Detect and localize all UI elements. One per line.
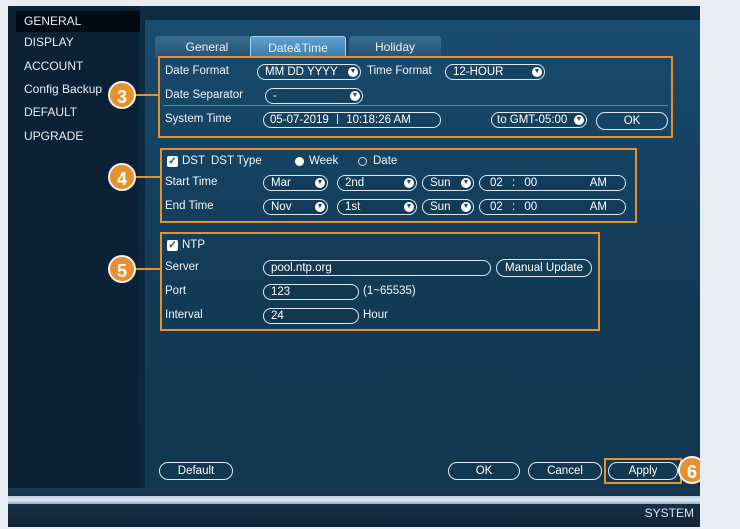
port-input[interactable]: 123: [263, 284, 359, 300]
date-type-label: Date: [373, 155, 398, 167]
date-format-label: Date Format: [165, 65, 229, 77]
system-date-value: 05-07-2019: [270, 114, 329, 126]
time-format-select[interactable]: 12-HOUR ▼: [445, 64, 545, 80]
chevron-down-icon: ▼: [315, 178, 325, 188]
start-month-select[interactable]: Mar ▼: [263, 175, 328, 191]
divider: [163, 105, 668, 106]
system-time-label: System Time: [165, 113, 232, 125]
chevron-down-icon: ▼: [574, 115, 584, 125]
time-format-label: Time Format: [367, 65, 432, 77]
ntp-label: NTP: [182, 239, 205, 251]
dst-type-label: DST Type: [211, 155, 262, 167]
server-input[interactable]: pool.ntp.org: [263, 260, 491, 276]
tab-date-time[interactable]: Date&Time: [250, 36, 346, 58]
cancel-button[interactable]: Cancel: [528, 462, 602, 480]
start-time-label: Start Time: [165, 176, 218, 188]
callout-badge-6: 6: [678, 456, 700, 484]
ntp-checkbox[interactable]: ✓: [167, 240, 178, 251]
sidebar-item-general[interactable]: GENERAL: [16, 11, 140, 32]
start-time-field[interactable]: 02 : 00 AM: [479, 175, 626, 191]
week-label: Week: [309, 155, 339, 167]
tab-general[interactable]: General: [155, 36, 259, 58]
callout-3-leader: [134, 94, 158, 96]
system-time-field[interactable]: 05-07-2019 10:18:26 AM: [263, 112, 441, 128]
end-time-label: End Time: [165, 200, 214, 212]
callout-badge-3: 3: [108, 81, 136, 109]
settings-panel: General Date&Time Holiday Date Format MM…: [145, 20, 700, 488]
ok-button[interactable]: OK: [448, 462, 520, 480]
end-time-field[interactable]: 02 : 00 AM: [479, 199, 626, 215]
end-week-select[interactable]: 1st ▼: [337, 199, 417, 215]
chevron-down-icon: ▼: [461, 202, 471, 212]
callout-5-leader: [134, 268, 160, 270]
dst-label: DST: [182, 155, 205, 167]
system-clock-value: 10:18:26 AM: [346, 114, 411, 126]
status-bar-glow: [8, 496, 700, 504]
timezone-select[interactable]: to GMT-05:00 ▼: [491, 112, 587, 128]
dvr-screen: GENERAL DISPLAY ACCOUNT Config Backup DE…: [8, 6, 700, 527]
start-day-select[interactable]: Sun ▼: [422, 175, 474, 191]
end-day-select[interactable]: Sun ▼: [422, 199, 474, 215]
chevron-down-icon: ▼: [404, 202, 414, 212]
chevron-down-icon: ▼: [348, 67, 358, 77]
chevron-down-icon: ▼: [532, 67, 542, 77]
apply-button[interactable]: Apply: [608, 462, 678, 480]
date-separator-select[interactable]: - ▼: [265, 88, 363, 104]
chevron-down-icon: ▼: [350, 91, 360, 101]
callout-badge-4: 4: [108, 163, 136, 191]
sidebar-item-upgrade[interactable]: UPGRADE: [16, 126, 140, 147]
dst-checkbox[interactable]: ✓: [167, 156, 178, 167]
interval-unit-label: Hour: [363, 309, 388, 321]
start-week-select[interactable]: 2nd ▼: [337, 175, 417, 191]
default-button[interactable]: Default: [159, 462, 233, 480]
end-month-select[interactable]: Nov ▼: [263, 199, 328, 215]
server-label: Server: [165, 261, 199, 273]
chevron-down-icon: ▼: [461, 178, 471, 188]
sidebar-item-config-backup[interactable]: Config Backup: [16, 79, 122, 100]
interval-input[interactable]: 24: [263, 308, 359, 324]
system-label: SYSTEM: [644, 506, 694, 520]
status-bar: [8, 488, 700, 527]
time-ok-button[interactable]: OK: [596, 112, 668, 130]
interval-label: Interval: [165, 309, 203, 321]
field-separator: [337, 114, 339, 124]
tab-holiday[interactable]: Holiday: [349, 36, 441, 58]
sidebar-item-display[interactable]: DISPLAY: [16, 32, 140, 53]
port-range-label: (1~65535): [363, 285, 416, 297]
week-radio[interactable]: [295, 157, 304, 166]
sidebar-item-account[interactable]: ACCOUNT: [16, 56, 140, 77]
date-radio[interactable]: [358, 157, 367, 166]
date-format-select[interactable]: MM DD YYYY ▼: [257, 64, 361, 80]
callout-badge-5: 5: [108, 255, 136, 283]
date-separator-label: Date Separator: [165, 89, 243, 101]
callout-4-leader: [134, 176, 160, 178]
manual-update-button[interactable]: Manual Update: [496, 259, 592, 277]
chevron-down-icon: ▼: [404, 178, 414, 188]
port-label: Port: [165, 285, 187, 297]
chevron-down-icon: ▼: [315, 202, 325, 212]
